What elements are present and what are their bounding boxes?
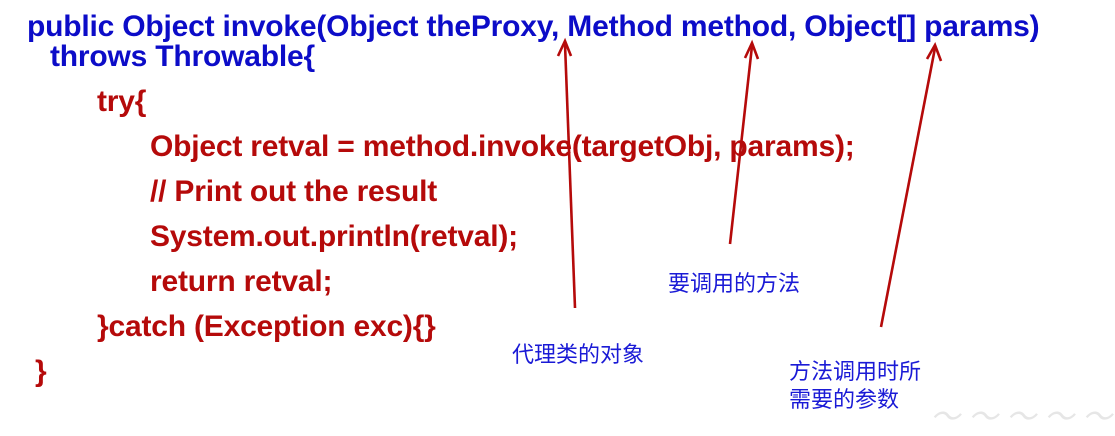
annotation-params-line-1: 方法调用时所: [789, 360, 922, 385]
annotation-method-to-call: 要调用的方法: [668, 272, 801, 297]
arrow-to-method: [728, 45, 754, 245]
arrow-to-proxy: [563, 43, 577, 309]
arrow-to-params: [879, 47, 937, 328]
annotation-params-line-2: 需要的参数: [789, 388, 900, 413]
annotation-proxy-object: 代理类的对象: [512, 343, 645, 368]
watermark: 〜〜〜〜〜: [930, 400, 1115, 435]
